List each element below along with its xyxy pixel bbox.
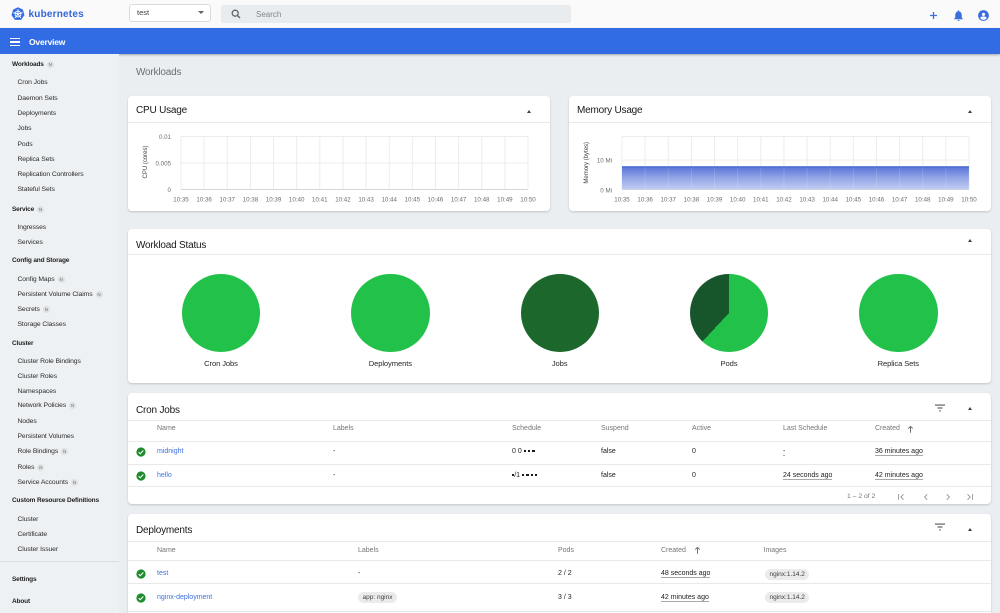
svg-text:10:43: 10:43 xyxy=(358,196,374,203)
svg-text:10:43: 10:43 xyxy=(799,196,815,203)
svg-text:10:50: 10:50 xyxy=(961,196,977,203)
svg-text:10:42: 10:42 xyxy=(776,196,792,203)
svg-text:10:45: 10:45 xyxy=(405,196,421,203)
svg-text:10:35: 10:35 xyxy=(173,196,189,203)
svg-text:10:49: 10:49 xyxy=(938,196,954,203)
svg-text:10:41: 10:41 xyxy=(753,196,769,203)
svg-text:10:35: 10:35 xyxy=(614,196,630,203)
svg-text:10:48: 10:48 xyxy=(474,196,490,203)
svg-text:10 Mi: 10 Mi xyxy=(597,157,612,164)
svg-text:0: 0 xyxy=(168,187,172,194)
svg-text:10:37: 10:37 xyxy=(220,196,236,203)
svg-text:10:47: 10:47 xyxy=(451,196,467,203)
svg-text:10:44: 10:44 xyxy=(381,196,397,203)
svg-text:0 Mi: 0 Mi xyxy=(600,187,612,194)
svg-text:0.01: 0.01 xyxy=(159,134,172,141)
svg-text:10:48: 10:48 xyxy=(915,196,931,203)
svg-text:10:38: 10:38 xyxy=(684,196,700,203)
svg-text:10:44: 10:44 xyxy=(822,196,838,203)
svg-text:10:46: 10:46 xyxy=(869,196,885,203)
svg-text:10:47: 10:47 xyxy=(892,196,908,203)
svg-text:10:36: 10:36 xyxy=(637,196,653,203)
svg-text:0.005: 0.005 xyxy=(156,160,172,167)
svg-text:10:38: 10:38 xyxy=(243,196,259,203)
svg-text:10:41: 10:41 xyxy=(312,196,328,203)
svg-text:CPU (cores): CPU (cores) xyxy=(143,145,149,178)
svg-text:10:46: 10:46 xyxy=(428,196,444,203)
svg-text:10:39: 10:39 xyxy=(707,196,723,203)
svg-text:10:42: 10:42 xyxy=(335,196,351,203)
svg-text:10:45: 10:45 xyxy=(846,196,862,203)
svg-text:10:49: 10:49 xyxy=(497,196,513,203)
svg-text:10:37: 10:37 xyxy=(661,196,677,203)
svg-text:10:40: 10:40 xyxy=(730,196,746,203)
svg-text:10:36: 10:36 xyxy=(196,196,212,203)
svg-text:10:50: 10:50 xyxy=(520,196,536,203)
svg-text:10:39: 10:39 xyxy=(266,196,282,203)
svg-text:10:40: 10:40 xyxy=(289,196,305,203)
svg-text:Memory (bytes): Memory (bytes) xyxy=(584,141,590,183)
